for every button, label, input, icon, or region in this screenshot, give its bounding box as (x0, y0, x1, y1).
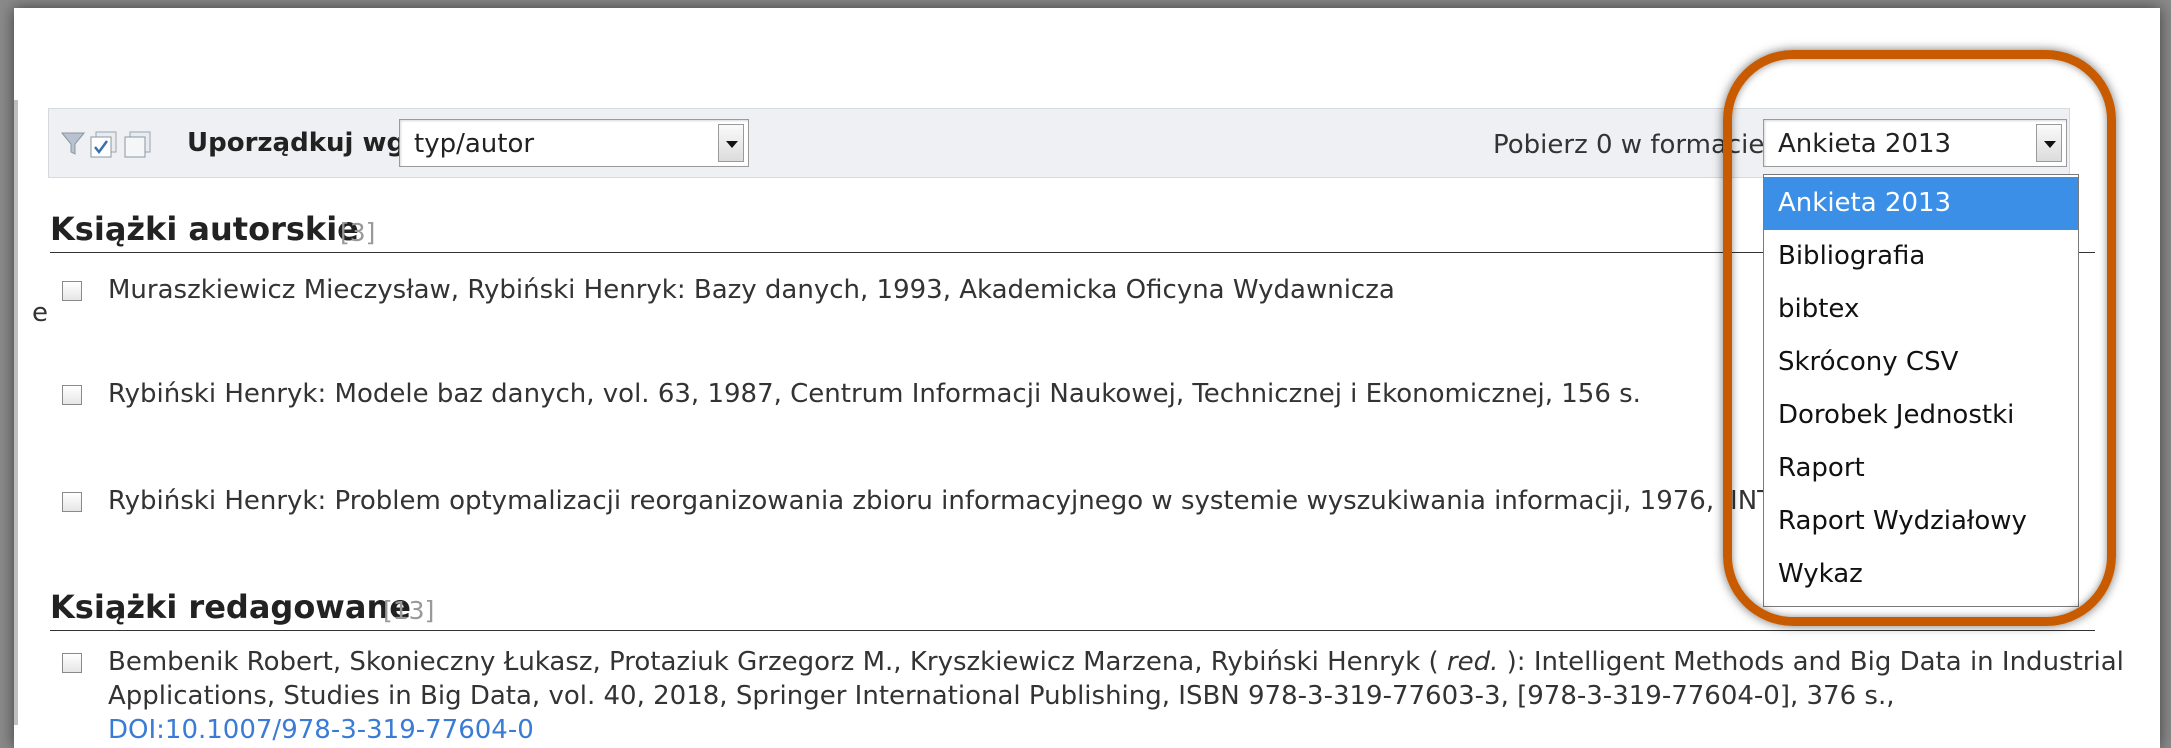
section-title: Książki redagowane (50, 588, 411, 626)
entry-text: Rybiński Henryk: Problem optymalizacji r… (108, 486, 1823, 516)
entry-checkbox[interactable] (62, 492, 82, 512)
entry-checkbox[interactable] (62, 653, 82, 673)
left-panel-edge (14, 100, 18, 725)
entry-text: Muraszkiewicz Mieczysław, Rybiński Henry… (108, 275, 1395, 305)
clipped-text: e (32, 298, 48, 328)
doi-link[interactable]: DOI:10.1007/978-3-319-77604-0 (108, 713, 534, 747)
sort-select[interactable]: typ/autor (399, 119, 749, 167)
sort-select-value: typ/autor (414, 129, 535, 159)
entry-authors: Bembenik Robert, Skonieczny Łukasz, Prot… (108, 647, 1439, 677)
select-all-icon[interactable] (89, 131, 119, 163)
entry-text: Bembenik Robert, Skonieczny Łukasz, Prot… (108, 645, 2124, 679)
sort-label: Uporządkuj wg: (187, 128, 416, 158)
deselect-all-icon[interactable] (123, 131, 153, 163)
filter-icon[interactable] (60, 131, 86, 161)
entry-checkbox[interactable] (62, 281, 82, 301)
chevron-down-icon[interactable] (718, 124, 744, 162)
section-title: Książki autorskie (50, 210, 359, 248)
entry-text: Rybiński Henryk: Modele baz danych, vol.… (108, 379, 1641, 409)
entry-role: red. (1446, 647, 1499, 677)
annotation-highlight (1723, 50, 2116, 626)
section-count: [3] (340, 218, 376, 247)
entry-details: Applications, Studies in Big Data, vol. … (108, 681, 1895, 711)
entry-checkbox[interactable] (62, 385, 82, 405)
section-count: [13] (383, 596, 435, 625)
entry-title: ): Intelligent Methods and Big Data in I… (1506, 647, 2124, 677)
